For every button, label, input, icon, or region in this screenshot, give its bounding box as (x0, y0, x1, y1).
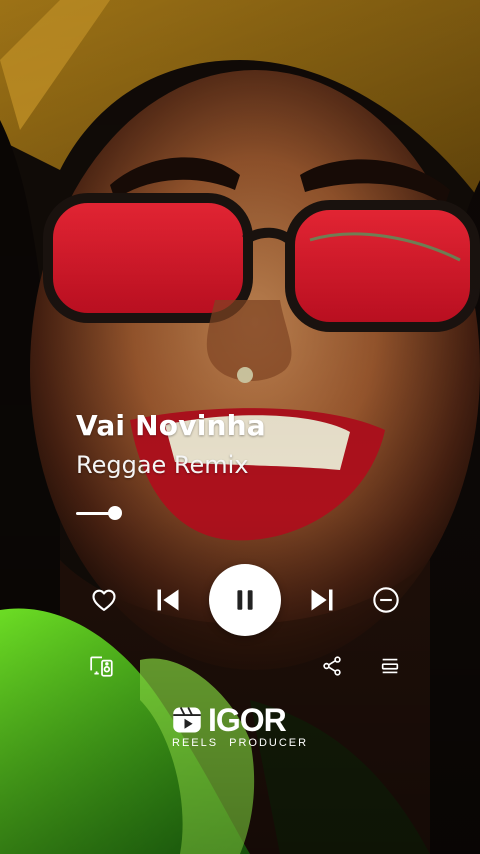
skip-previous-icon (157, 589, 179, 611)
minus-circle-icon (373, 587, 399, 613)
next-button[interactable] (302, 580, 342, 620)
track-info: Vai Novinha Reggae Remix (76, 408, 406, 480)
watermark-logo: IGOR REELS PRODUCER (172, 704, 308, 750)
track-artist: Reggae Remix (76, 451, 249, 479)
skip-next-icon (311, 589, 333, 611)
connect-device-icon (90, 656, 113, 677)
progress-slider[interactable] (76, 506, 128, 522)
share-icon (323, 656, 341, 676)
watermark-sub-right: PRODUCER (229, 737, 309, 749)
pause-icon (237, 590, 253, 610)
connect-device-button[interactable] (84, 648, 120, 684)
like-button[interactable] (84, 580, 124, 620)
playback-controls (0, 560, 480, 640)
secondary-controls (0, 648, 480, 684)
queue-button[interactable] (372, 648, 408, 684)
queue-icon (381, 658, 399, 674)
pause-button[interactable] (209, 564, 281, 636)
track-title: Vai Novinha (76, 409, 266, 442)
progress-knob[interactable] (108, 506, 122, 520)
heart-icon (92, 589, 116, 611)
remove-button[interactable] (366, 580, 406, 620)
watermark-sub-left: REELS (172, 737, 219, 749)
previous-button[interactable] (148, 580, 188, 620)
watermark-brand: IGOR (208, 702, 287, 738)
share-button[interactable] (314, 648, 350, 684)
reels-logo-icon (173, 707, 201, 733)
